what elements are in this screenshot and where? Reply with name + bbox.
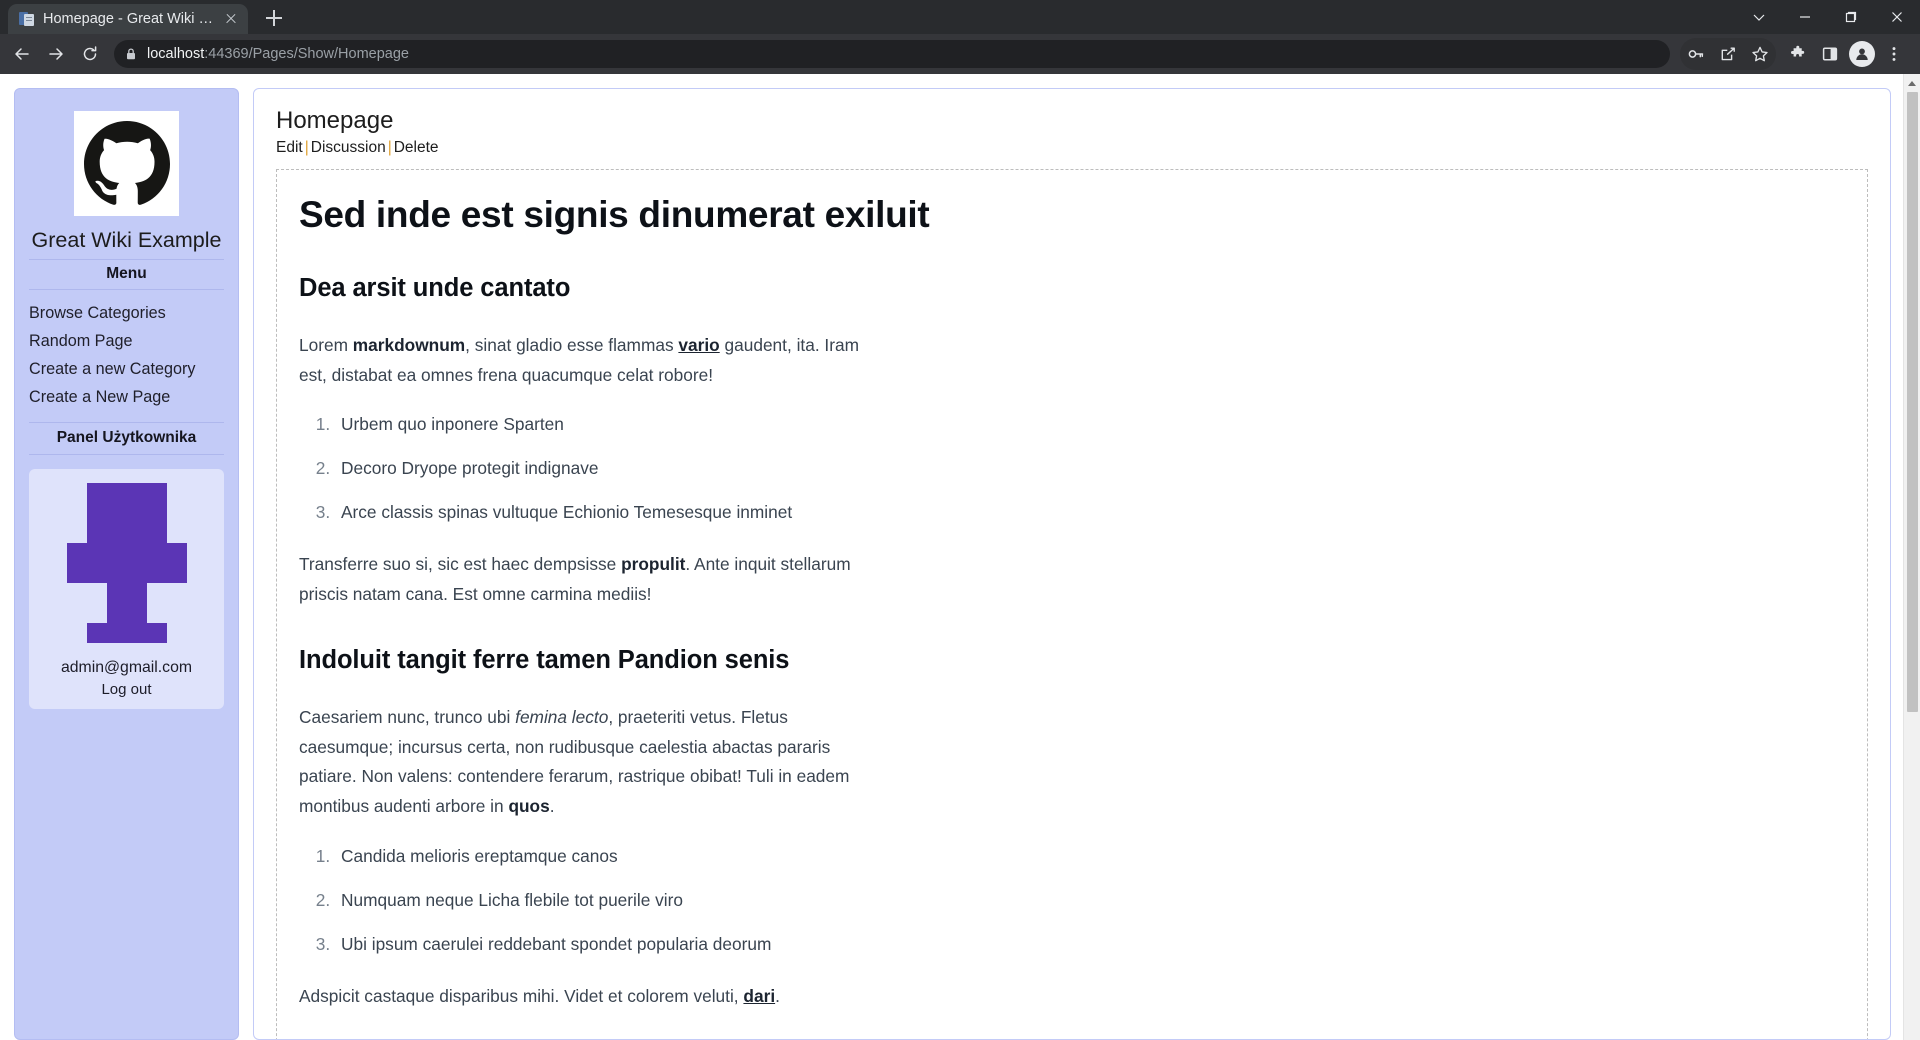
page-title: Homepage [276,107,394,134]
side-panel-icon[interactable] [1814,38,1846,70]
list-item: Create a New Page [29,384,224,412]
chevron-down-icon[interactable] [1736,0,1782,34]
text-fragment: Adspicit castaque disparibus mihi. Videt… [299,985,744,1006]
url-host: localhost [147,46,205,62]
inline-link[interactable]: dari [743,986,775,1006]
section-1-paragraph-1: Lorem markdownum, sinat gladio esse flam… [299,331,859,391]
action-separator: | [387,138,392,156]
section-2-list: Candida melioris ereptamque canos Numqua… [299,844,1845,958]
section-1-heading: Dea arsit unde cantato [299,273,571,302]
user-panel-heading: Panel Użytkownika [29,421,224,455]
bold-text: propulit [621,554,686,575]
discussion-link[interactable]: Discussion [311,139,386,156]
italic-text: femina lecto [515,706,609,727]
list-item: Decoro Dryope protegit indignave [335,456,1845,482]
bold-text: quos [508,796,550,817]
profile-button[interactable] [1846,38,1878,70]
list-item: Arce classis spinas vultuque Echionio Te… [335,500,1845,526]
page-actions: Edit | Discussion | Delete [276,139,1868,157]
list-item: Numquam neque Licha flebile tot puerile … [335,888,1845,914]
list-item: Create a new Category [29,356,224,384]
reload-icon[interactable] [74,38,106,70]
text-fragment: . [549,796,555,817]
maximize-icon[interactable] [1828,0,1874,34]
delete-link[interactable]: Delete [394,139,439,156]
window-close-icon[interactable] [1874,0,1920,34]
browser-tab[interactable]: Homepage - Great Wiki Example [8,4,248,34]
list-item: Candida melioris ereptamque canos [335,844,1845,870]
window-controls [1736,0,1920,34]
section-2-paragraph-1: Caesariem nunc, trunco ubi femina lecto,… [299,703,859,822]
scrollbar-thumb[interactable] [1906,92,1918,712]
wiki-page: Great Wiki Example Menu Browse Categorie… [0,74,1903,1040]
page-viewport: Great Wiki Example Menu Browse Categorie… [0,74,1920,1040]
sidebar-item-create-page[interactable]: Create a New Page [29,384,224,412]
section-2-heading: Indoluit tangit ferre tamen Pandion seni… [299,645,790,674]
text-fragment: , sinat gladio esse flammas [465,334,679,355]
markdown-render-area: Sed inde est signis dinumerat exiluit De… [276,168,1868,1039]
browser-window: Homepage - Great Wiki Example [0,0,1920,1040]
lock-icon [124,47,138,61]
tab-title: Homepage - Great Wiki Example [43,11,214,27]
user-email: admin@gmail.com [60,658,193,676]
minimize-icon[interactable] [1782,0,1828,34]
menu-heading: Menu [29,259,224,290]
text-fragment: Caesariem nunc, trunco ubi [299,706,516,727]
sidebar-item-random-page[interactable]: Random Page [29,328,224,356]
scroll-up-arrow-icon[interactable] [1904,74,1920,92]
section-2-paragraph-3: Ab nullus patruique sacrasque talia mani… [299,1033,859,1039]
identicon-avatar [66,482,187,643]
text-fragment: Transferre suo si, sic est haec dempsiss… [299,554,622,575]
address-bar[interactable]: localhost:44369/Pages/Show/Homepage [114,40,1670,68]
article-body: Sed inde est signis dinumerat exiluit De… [299,192,1845,1039]
site-logo [74,111,179,216]
github-octocat-icon [83,120,170,207]
sidebar: Great Wiki Example Menu Browse Categorie… [14,88,239,1040]
url-path: :44369/Pages/Show/Homepage [204,46,409,62]
content-card: Homepage Edit | Discussion | Delete Sed inde… [253,88,1891,1040]
list-item: Browse Categories [29,300,224,328]
article-heading-1: Sed inde est signis dinumerat exiluit [299,193,930,235]
text-fragment: . [775,985,780,1006]
section-1-paragraph-2: Transferre suo si, sic est haec dempsiss… [299,550,859,610]
person-icon [1849,41,1875,67]
share-icon[interactable] [1712,38,1744,70]
browser-toolbar: localhost:44369/Pages/Show/Homepage [0,34,1920,74]
url-text: localhost:44369/Pages/Show/Homepage [147,46,409,62]
sidebar-item-browse-categories[interactable]: Browse Categories [29,300,224,328]
list-item: Random Page [29,328,224,356]
new-tab-button[interactable] [260,4,288,32]
list-item: Urbem quo inponere Sparten [335,412,1845,438]
tab-close-icon[interactable] [222,10,240,28]
list-item: Ubi ipsum caerulei reddebant spondet pop… [335,932,1845,958]
document-icon [19,11,35,27]
toolbar-pill-group [1680,38,1776,70]
user-panel: admin@gmail.com Log out [29,468,224,709]
sidebar-item-create-category[interactable]: Create a new Category [29,356,224,384]
three-dot-menu-icon[interactable] [1878,38,1910,70]
section-2-paragraph-2: Adspicit castaque disparibus mihi. Videt… [299,982,859,1012]
site-title: Great Wiki Example [31,228,222,252]
sidebar-menu: Browse Categories Random Page Create a n… [29,300,224,412]
page-scrollbar[interactable] [1903,74,1920,1040]
action-separator: | [304,138,309,156]
edit-link[interactable]: Edit [276,139,303,156]
toolbar-right-actions [1680,38,1910,70]
bold-text: markdownum [352,334,466,355]
text-fragment: Lorem [299,334,353,355]
section-1-list: Urbem quo inponere Sparten Decoro Dryope… [299,412,1845,526]
back-arrow-icon[interactable] [6,38,38,70]
star-icon[interactable] [1744,38,1776,70]
tab-strip: Homepage - Great Wiki Example [0,0,1920,34]
puzzle-icon[interactable] [1782,38,1814,70]
key-icon[interactable] [1680,38,1712,70]
inline-link[interactable]: vario [678,335,719,355]
logout-link[interactable]: Log out [101,681,151,698]
forward-arrow-icon[interactable] [40,38,72,70]
